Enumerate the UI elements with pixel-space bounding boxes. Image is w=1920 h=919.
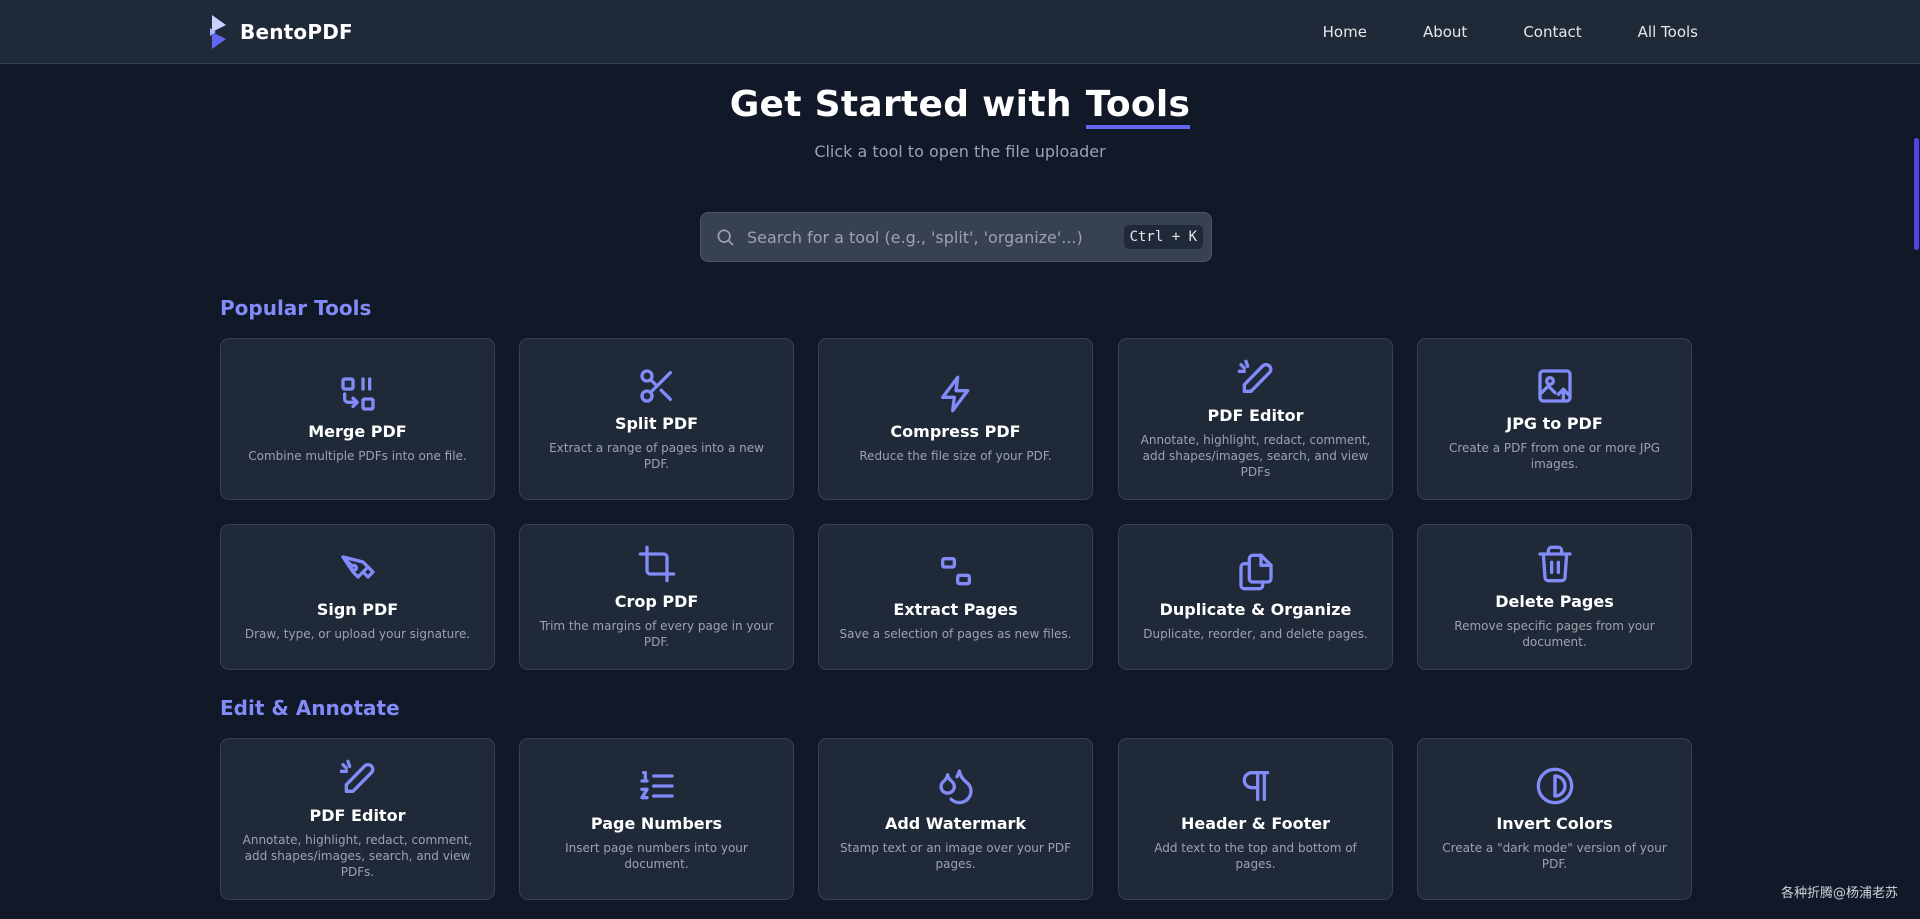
page-title-text: Get Started with [729, 84, 1072, 125]
pen-edit-icon [339, 759, 374, 793]
search-icon [717, 229, 734, 246]
tool-title: Add Watermark [884, 814, 1027, 833]
main-nav: Home About Contact All Tools [1267, 0, 1698, 64]
nav-about-link[interactable]: About [1423, 23, 1467, 41]
top-navbar: BentoPDF Home About Contact All Tools [0, 0, 1920, 64]
tool-title: Header & Footer [1181, 814, 1330, 833]
tool-title: JPG to PDF [1506, 414, 1603, 433]
tool-card-header-footer[interactable]: Header & Footer Add text to the top and … [1118, 738, 1393, 900]
signature-pen-icon [340, 555, 375, 579]
page-title: Get Started with Tools [0, 84, 1920, 129]
page-subtitle: Click a tool to open the file uploader [814, 142, 1106, 161]
tool-card-merge-pdf[interactable]: Merge PDF Combine multiple PDFs into one… [220, 338, 495, 500]
tool-card-split-pdf[interactable]: Split PDF Extract a range of pages into … [519, 338, 794, 500]
tool-description: Annotate, highlight, redact, comment, ad… [1140, 433, 1371, 479]
tool-card-compress-pdf[interactable]: Compress PDF Reduce the file size of you… [818, 338, 1093, 500]
tool-title: Invert Colors [1496, 814, 1613, 833]
page-title-accent: Tools [1085, 87, 1191, 129]
tool-title: PDF Editor [1207, 406, 1304, 425]
search-input[interactable] [735, 213, 1124, 261]
nav-contact-link[interactable]: Contact [1523, 23, 1581, 41]
nav-all-tools-link[interactable]: All Tools [1638, 23, 1698, 41]
search-shortcut-badge: Ctrl + K [1123, 225, 1203, 249]
tool-description: Extract a range of pages into a new PDF. [549, 441, 764, 471]
tool-card-pdf-editor-edit[interactable]: PDF Editor Annotate, highlight, redact, … [220, 738, 495, 900]
tool-description: Create a "dark mode" version of your PDF… [1442, 841, 1667, 871]
lightning-icon [940, 375, 969, 413]
tool-description: Add text to the top and bottom of pages. [1154, 841, 1357, 871]
tool-card-extract-pages[interactable]: Extract Pages Save a selection of pages … [818, 524, 1093, 670]
trash-icon [1537, 545, 1572, 583]
tool-description: Duplicate, reorder, and delete pages. [1143, 627, 1368, 641]
pilcrow-icon [1242, 771, 1269, 801]
contrast-icon [1536, 767, 1573, 805]
tool-card-duplicate-organize[interactable]: Duplicate & Organize Duplicate, reorder,… [1118, 524, 1393, 670]
tool-title: Compress PDF [890, 422, 1021, 441]
tool-title: Delete Pages [1495, 592, 1614, 611]
tool-title: Sign PDF [316, 600, 399, 619]
tool-title: Merge PDF [308, 422, 407, 441]
tool-card-jpg-to-pdf[interactable]: JPG to PDF Create a PDF from one or more… [1417, 338, 1692, 500]
tool-card-delete-pages[interactable]: Delete Pages Remove specific pages from … [1417, 524, 1692, 670]
nav-home-link[interactable]: Home [1323, 23, 1367, 41]
pen-edit-icon [1237, 359, 1272, 393]
tool-search-box[interactable]: Ctrl + K [700, 212, 1212, 262]
scrollbar-thumb[interactable] [1914, 138, 1919, 250]
watermark-text: 各种折腾@杨浦老苏 [1780, 886, 1898, 901]
tool-description: Trim the margins of every page in your P… [539, 619, 774, 649]
tool-title: Duplicate & Organize [1159, 600, 1352, 619]
tool-description: Draw, type, or upload your signature. [244, 627, 471, 641]
tool-description: Combine multiple PDFs into one file. [248, 449, 467, 463]
tool-title: Split PDF [614, 414, 699, 433]
tool-description: Reduce the file size of your PDF. [859, 449, 1052, 463]
numbered-list-icon [639, 771, 674, 800]
image-upload-icon [1537, 369, 1572, 403]
scissors-icon [639, 369, 672, 403]
tool-title: Page Numbers [590, 814, 723, 833]
copy-icon [1238, 553, 1273, 591]
tool-card-crop-pdf[interactable]: Crop PDF Trim the margins of every page … [519, 524, 794, 670]
brand-name: BentoPDF [240, 20, 353, 44]
tool-card-sign-pdf[interactable]: Sign PDF Draw, type, or upload your sign… [220, 524, 495, 670]
extract-pages-icon [940, 557, 971, 586]
tool-description: Remove specific pages from your document… [1454, 619, 1655, 649]
crop-icon [638, 545, 675, 583]
tool-title: PDF Editor [309, 806, 406, 825]
tool-description: Save a selection of pages as new files. [839, 627, 1072, 641]
tool-description: Stamp text or an image over your PDF pag… [839, 841, 1072, 871]
tool-card-pdf-editor[interactable]: PDF Editor Annotate, highlight, redact, … [1118, 338, 1393, 500]
droplets-icon [938, 769, 973, 805]
tool-card-invert-colors[interactable]: Invert Colors Create a "dark mode" versi… [1417, 738, 1692, 900]
tool-card-page-numbers[interactable]: Page Numbers Insert page numbers into yo… [519, 738, 794, 900]
tool-title: Extract Pages [893, 600, 1018, 619]
tool-description: Insert page numbers into your document. [565, 841, 748, 871]
brand[interactable]: BentoPDF [208, 15, 353, 49]
tool-description: Annotate, highlight, redact, comment, ad… [242, 833, 473, 879]
tool-description: Create a PDF from one or more JPG images… [1449, 441, 1660, 471]
section-title-popular: Popular Tools [220, 296, 372, 320]
bento-logo-icon [210, 15, 226, 49]
merge-icon [340, 377, 375, 411]
tool-card-add-watermark[interactable]: Add Watermark Stamp text or an image ove… [818, 738, 1093, 900]
tool-title: Crop PDF [614, 592, 699, 611]
section-title-edit-annotate: Edit & Annotate [220, 696, 400, 720]
